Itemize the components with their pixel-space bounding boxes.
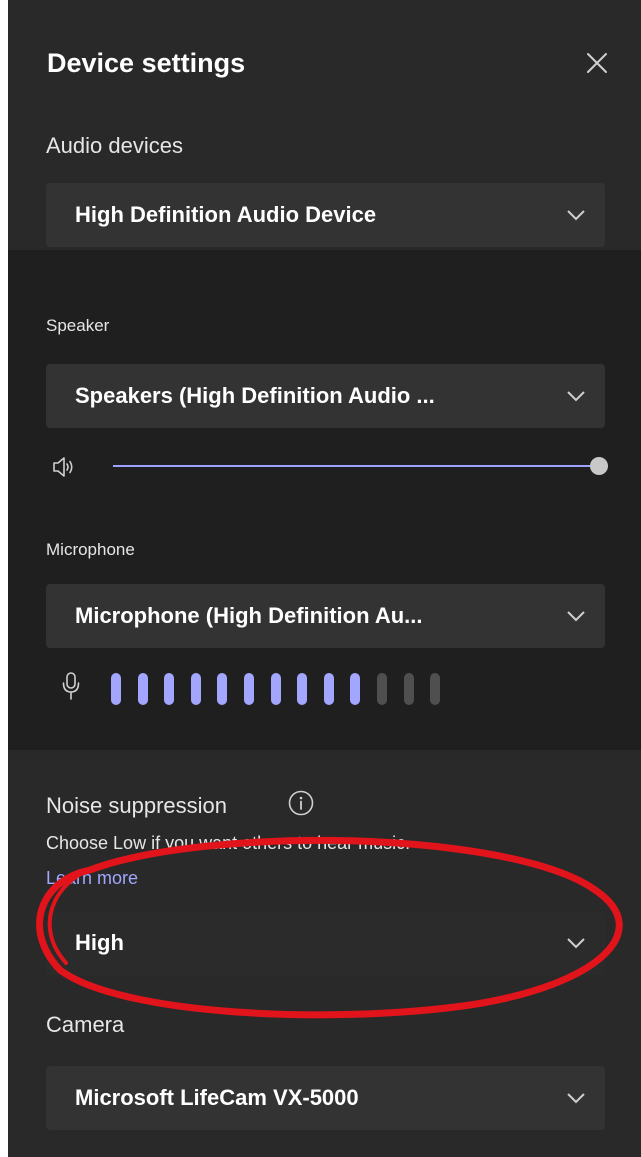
chevron-down-icon [567,1093,585,1104]
info-icon[interactable] [288,790,314,816]
noise-suppression-label: Noise suppression [46,793,227,818]
chevron-down-icon [567,391,585,402]
chevron-down-icon [567,611,585,622]
microphone-level-bar [323,673,334,705]
noise-suppression-hint: Choose Low if you want others to hear mu… [46,833,411,853]
microphone-level-bar [137,673,148,705]
device-settings-panel: Device settings Audio devices High Defin… [8,0,641,1157]
microphone-level-bar [430,673,441,705]
learn-more-link[interactable]: Learn more [46,868,138,889]
microphone-label: Microphone [46,540,135,559]
audio-devices-label: Audio devices [46,133,183,158]
microphone-level-bar [190,673,201,705]
speaker-volume-slider[interactable] [113,456,608,476]
microphone-level-bar [403,673,414,705]
noise-suppression-value: High [75,930,124,955]
microphone-level-bar [217,673,228,705]
close-icon[interactable] [586,52,608,74]
audio-devices-dropdown[interactable]: High Definition Audio Device [46,183,605,247]
microphone-level-bar [244,673,254,705]
microphone-level-bar [270,673,281,705]
noise-suppression-dropdown[interactable]: High [46,911,605,975]
audio-devices-value: High Definition Audio Device [75,202,377,227]
chevron-down-icon [567,210,585,221]
microphone-icon [62,672,80,700]
microphone-value: Microphone (High Definition Au... [75,603,423,628]
microphone-level-bar [111,673,121,705]
panel-title: Device settings [47,48,246,78]
volume-thumb[interactable] [590,457,608,475]
microphone-level-bar [377,673,387,705]
camera-dropdown[interactable]: Microsoft LifeCam VX-5000 [46,1066,605,1130]
audio-devices-section: Device settings Audio devices High Defin… [8,0,641,250]
speaker-dropdown[interactable]: Speakers (High Definition Audio ... [46,364,605,428]
microphone-dropdown[interactable]: Microphone (High Definition Au... [46,584,605,648]
chevron-down-icon [567,938,585,949]
microphone-level-bar [350,673,361,705]
microphone-level-bar [164,673,175,705]
noise-camera-section: Noise suppression High Camera Microsoft … [8,750,641,1157]
speaker-label: Speaker [46,316,110,335]
speaker-value: Speakers (High Definition Audio ... [75,383,435,408]
speaker-icon [53,457,73,477]
camera-value: Microsoft LifeCam VX-5000 [75,1085,359,1110]
volume-track [113,465,608,467]
camera-label: Camera [46,1012,125,1037]
microphone-level-bar [297,673,308,705]
